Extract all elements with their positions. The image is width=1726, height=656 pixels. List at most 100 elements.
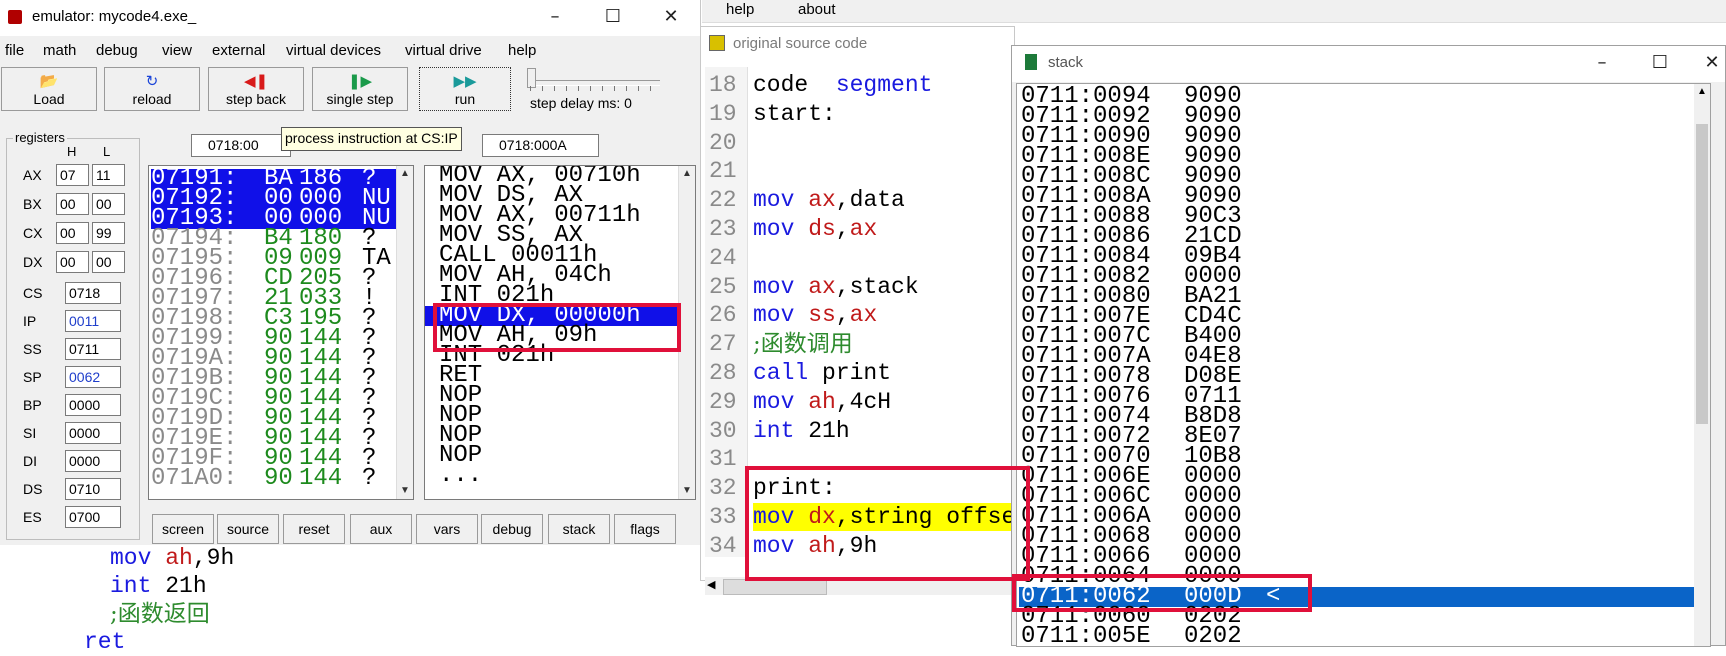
vars-button[interactable]: vars — [416, 514, 478, 544]
register-di-value[interactable]: 0000 — [65, 450, 121, 472]
horizontal-scroll-thumb[interactable] — [723, 579, 827, 595]
register-low-header: L — [103, 144, 111, 159]
reset-button[interactable]: reset — [283, 514, 345, 544]
disassembly-line[interactable]: ... — [439, 464, 482, 488]
source-line[interactable]: 18 code segment — [705, 71, 1014, 99]
register-dx-low[interactable]: 00 — [92, 251, 125, 273]
stack-list[interactable]: 0711:0094 9090 0711:0092 9090 0711:0090 9090 0… — [1016, 83, 1711, 647]
menu-help-emulator[interactable]: help — [508, 42, 536, 59]
menu-debug[interactable]: debug — [96, 42, 138, 59]
source-line[interactable]: 22 mov ax,data — [705, 186, 1014, 214]
memory-scrollbar[interactable]: ▲ ▼ — [396, 166, 413, 499]
register-bx-low[interactable]: 00 — [92, 193, 125, 215]
screen-button[interactable]: screen — [152, 514, 214, 544]
debug-button[interactable]: debug — [481, 514, 543, 544]
source-line[interactable]: 23 mov ds,ax — [705, 215, 1014, 243]
register-label-si: SI — [23, 425, 37, 441]
line-text: mov ss,ax — [753, 302, 878, 329]
menu-virtual-drive[interactable]: virtual drive — [405, 42, 482, 59]
line-text: start: — [753, 100, 836, 127]
minimize-icon[interactable]: – — [540, 6, 570, 27]
single-step-button[interactable]: ❚▶ single step — [312, 67, 408, 111]
annotation-box-disassembly — [433, 303, 681, 352]
register-ds-value[interactable]: 0710 — [65, 478, 121, 500]
register-bp-value[interactable]: 0000 — [65, 394, 121, 416]
register-bx-high[interactable]: 00 — [56, 193, 89, 215]
memory-row[interactable]: 071A0: 90 144? — [151, 465, 413, 492]
step-delay-slider-thumb[interactable] — [527, 68, 536, 88]
load-button[interactable]: 📂 Load — [1, 67, 97, 111]
menu-virtual-devices[interactable]: virtual devices — [286, 42, 381, 59]
operand-text: ,9h — [192, 545, 235, 571]
menu-external[interactable]: external — [212, 42, 265, 59]
run-button[interactable]: ▶▶ run — [419, 67, 511, 111]
line-number: 34 — [709, 532, 737, 557]
stack-scrollbar[interactable]: ▲ — [1694, 84, 1710, 646]
stack-title-bar: stack – ☐ ✕ — [1012, 46, 1725, 82]
line-text: mov ah,4cH — [753, 388, 892, 415]
menu-about[interactable]: about — [798, 1, 836, 18]
background-code-line: ;函数返回 — [110, 600, 210, 629]
register-cx-high[interactable]: 00 — [56, 222, 89, 244]
scroll-down-icon[interactable]: ▼ — [397, 483, 413, 499]
step-back-button[interactable]: ◀❚ step back — [208, 67, 304, 111]
register-es-value[interactable]: 0700 — [65, 506, 121, 528]
source-line[interactable]: 29 mov ah,4cH — [705, 388, 1014, 416]
register-label-ip: IP — [23, 313, 37, 329]
scroll-down-icon[interactable]: ▼ — [679, 483, 695, 499]
source-button[interactable]: source — [217, 514, 279, 544]
disassembly-address-field[interactable]: 0718:000A — [482, 134, 599, 157]
register-label-sp: SP — [23, 369, 42, 385]
source-line[interactable]: 24 — [705, 244, 1014, 272]
scroll-left-icon[interactable]: ◀ — [707, 578, 715, 591]
flags-button[interactable]: flags — [614, 514, 676, 544]
register-sp-value[interactable]: 0062 — [65, 366, 121, 388]
menu-file[interactable]: file — [5, 42, 24, 59]
source-line[interactable]: 25 mov ax,stack — [705, 273, 1014, 301]
reload-button[interactable]: ↻ reload — [104, 67, 200, 111]
memory-addr: 071A0: — [151, 465, 238, 492]
menu-math[interactable]: math — [43, 42, 76, 59]
stack-button[interactable]: stack — [548, 514, 610, 544]
source-line[interactable]: 30 int 21h — [705, 417, 1014, 445]
line-number: 29 — [709, 388, 737, 415]
maximize-icon[interactable]: ☐ — [1645, 52, 1675, 73]
register-ax-high[interactable]: 07 — [56, 164, 89, 186]
source-line[interactable]: 21 — [705, 157, 1014, 185]
step-delay-label: step delay ms: 0 — [530, 95, 632, 111]
register-ax-low[interactable]: 11 — [92, 164, 125, 186]
minimize-icon[interactable]: – — [1587, 52, 1617, 73]
scroll-up-icon[interactable]: ▲ — [397, 166, 413, 182]
scroll-up-icon[interactable]: ▲ — [1697, 86, 1707, 97]
register-cs-value[interactable]: 0718 — [65, 282, 121, 304]
keyword-text: int — [110, 573, 152, 599]
stack-scroll-thumb[interactable] — [1696, 124, 1708, 424]
register-si-value[interactable]: 0000 — [65, 422, 121, 444]
source-line[interactable]: 26 mov ss,ax — [705, 301, 1014, 329]
stack-row[interactable]: 0711:005E 0202 — [1019, 625, 1709, 647]
memory-address-field[interactable]: 0718:00 — [191, 134, 291, 157]
source-line[interactable]: 27 ;函数调用 — [705, 330, 1014, 358]
register-label-dx: DX — [23, 254, 43, 270]
line-number: 32 — [709, 475, 737, 502]
close-icon[interactable]: ✕ — [1702, 52, 1722, 73]
menu-help[interactable]: help — [726, 1, 754, 18]
register-label-bp: BP — [23, 397, 42, 413]
line-number: 25 — [709, 273, 737, 300]
aux-button[interactable]: aux — [350, 514, 412, 544]
source-line[interactable]: 28 call print — [705, 359, 1014, 387]
line-text: ;函数调用 — [753, 331, 853, 358]
register-ss-value[interactable]: 0711 — [65, 338, 121, 360]
source-line[interactable]: 19 start: — [705, 100, 1014, 128]
scroll-up-icon[interactable]: ▲ — [679, 166, 695, 182]
memory-list[interactable]: 07191: BA 186? 07192: 00 000 NU 07193: 00 000 NU 07… — [148, 165, 414, 500]
register-dx-high[interactable]: 00 — [56, 251, 89, 273]
register-cx-low[interactable]: 99 — [92, 222, 125, 244]
maximize-icon[interactable]: ☐ — [598, 6, 628, 27]
memory-ch: ? — [362, 465, 377, 492]
stack-title: stack — [1048, 54, 1084, 71]
close-icon[interactable]: ✕ — [656, 6, 686, 27]
register-ip-value[interactable]: 0011 — [65, 310, 121, 332]
source-line[interactable]: 20 — [705, 129, 1014, 157]
menu-view[interactable]: view — [162, 42, 192, 59]
